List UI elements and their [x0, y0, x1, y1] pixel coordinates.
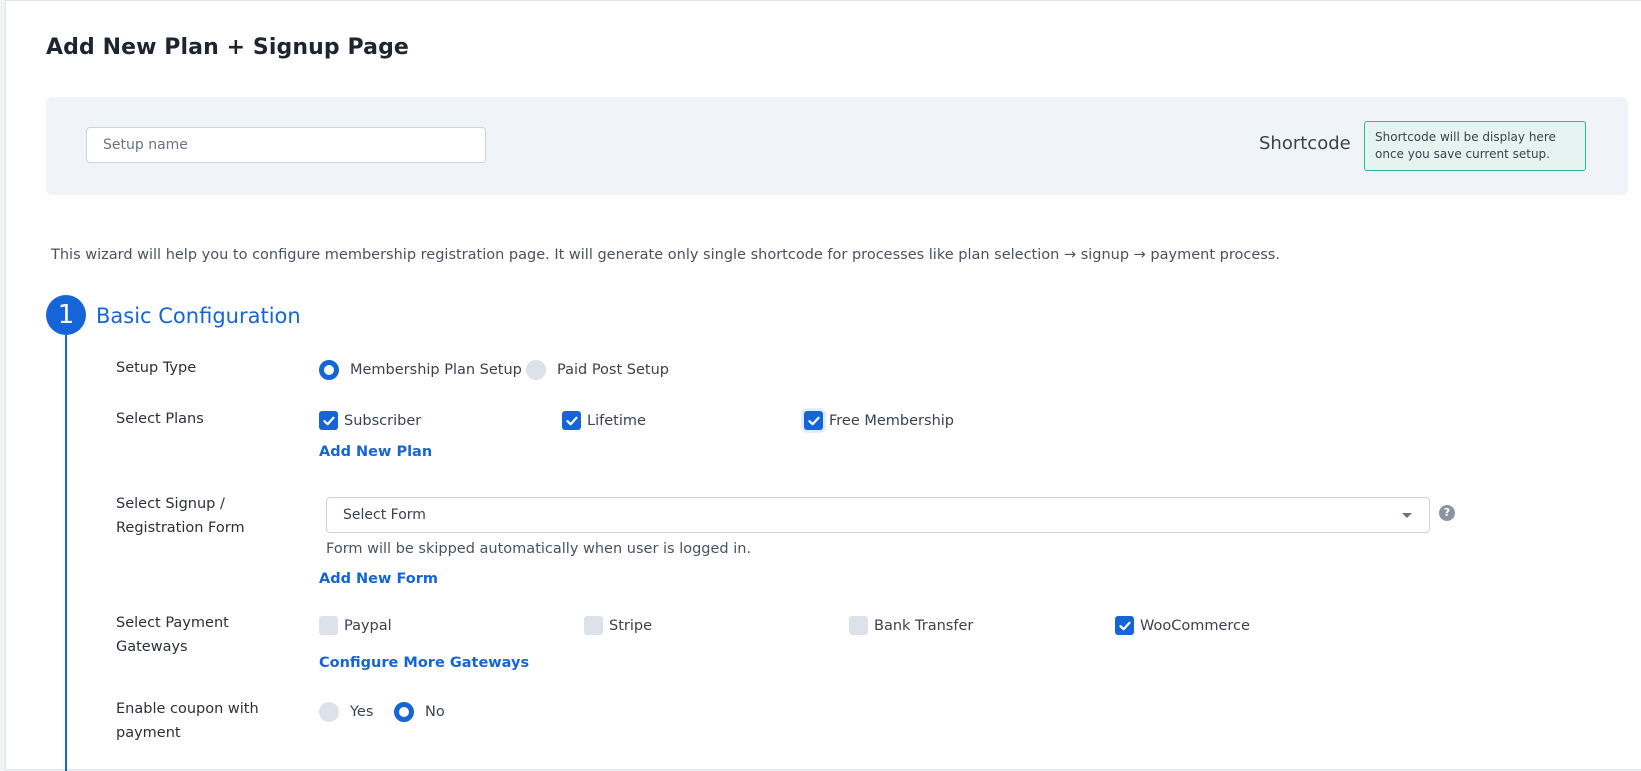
- option-label: Lifetime: [587, 412, 646, 429]
- option-label: No: [425, 704, 445, 720]
- checkbox-plan-free-membership[interactable]: Free Membership: [804, 411, 954, 430]
- checkbox-gateway-woocommerce[interactable]: WooCommerce: [1115, 616, 1250, 635]
- checkbox-unchecked-icon: [584, 616, 603, 635]
- option-label: Bank Transfer: [874, 617, 974, 634]
- option-label: Stripe: [609, 617, 653, 634]
- setup-panel: Shortcode Shortcode will be display here…: [46, 97, 1628, 195]
- radio-coupon-no[interactable]: No: [394, 702, 445, 722]
- checkbox-gateway-bank-transfer[interactable]: Bank Transfer: [849, 616, 973, 635]
- checkbox-plan-lifetime[interactable]: Lifetime: [562, 411, 646, 430]
- radio-unselected-icon: [526, 360, 546, 380]
- radio-unselected-icon: [319, 702, 339, 722]
- radio-selected-icon: [319, 360, 339, 380]
- checkbox-checked-icon: [319, 411, 338, 430]
- select-form-value: Select Form: [343, 507, 426, 523]
- checkbox-checked-icon: [804, 411, 823, 430]
- wizard-intro-text: This wizard will help you to configure m…: [51, 247, 1280, 263]
- shortcode-display: Shortcode will be display here once you …: [1364, 121, 1586, 171]
- option-label: Membership Plan Setup: [350, 362, 522, 378]
- enable-coupon-label: Enable coupon with payment: [116, 701, 259, 741]
- checkbox-gateway-paypal[interactable]: Paypal: [319, 616, 392, 635]
- checkbox-checked-icon: [562, 411, 581, 430]
- add-new-plan-link[interactable]: Add New Plan: [319, 444, 432, 460]
- option-label: WooCommerce: [1140, 617, 1250, 634]
- help-icon[interactable]: ?: [1439, 505, 1455, 521]
- page-title: Add New Plan + Signup Page: [46, 35, 409, 60]
- form-skip-hint: Form will be skipped automatically when …: [326, 541, 752, 557]
- radio-paid-post-setup[interactable]: Paid Post Setup: [526, 360, 669, 380]
- select-form-label: Select Signup / Registration Form: [116, 496, 245, 536]
- main-content: Add New Plan + Signup Page Shortcode Sho…: [5, 0, 1641, 771]
- section-title-basic-configuration: Basic Configuration: [96, 304, 301, 328]
- select-payment-gateways-label: Select Payment Gateways: [116, 615, 229, 655]
- option-label: Subscriber: [344, 412, 422, 429]
- shortcode-label: Shortcode: [1259, 133, 1351, 154]
- step-connector-line: [65, 335, 67, 771]
- step-number-badge: 1: [46, 295, 86, 335]
- checkbox-checked-icon: [1115, 616, 1134, 635]
- checkbox-plan-subscriber[interactable]: Subscriber: [319, 411, 421, 430]
- setup-type-label: Setup Type: [116, 360, 197, 376]
- chevron-down-icon: [1401, 507, 1413, 523]
- option-label: Free Membership: [829, 412, 954, 429]
- radio-selected-icon: [394, 702, 414, 722]
- option-label: Paypal: [344, 617, 392, 634]
- configure-more-gateways-link[interactable]: Configure More Gateways: [319, 655, 529, 671]
- add-new-form-link[interactable]: Add New Form: [319, 571, 438, 587]
- select-plans-label: Select Plans: [116, 411, 204, 427]
- checkbox-unchecked-icon: [849, 616, 868, 635]
- select-form-dropdown[interactable]: Select Form: [326, 497, 1430, 533]
- setup-name-input[interactable]: [86, 127, 486, 163]
- radio-membership-plan-setup[interactable]: Membership Plan Setup: [319, 360, 522, 380]
- radio-coupon-yes[interactable]: Yes: [319, 702, 373, 722]
- checkbox-unchecked-icon: [319, 616, 338, 635]
- option-label: Yes: [350, 704, 374, 720]
- checkbox-gateway-stripe[interactable]: Stripe: [584, 616, 652, 635]
- option-label: Paid Post Setup: [557, 362, 669, 378]
